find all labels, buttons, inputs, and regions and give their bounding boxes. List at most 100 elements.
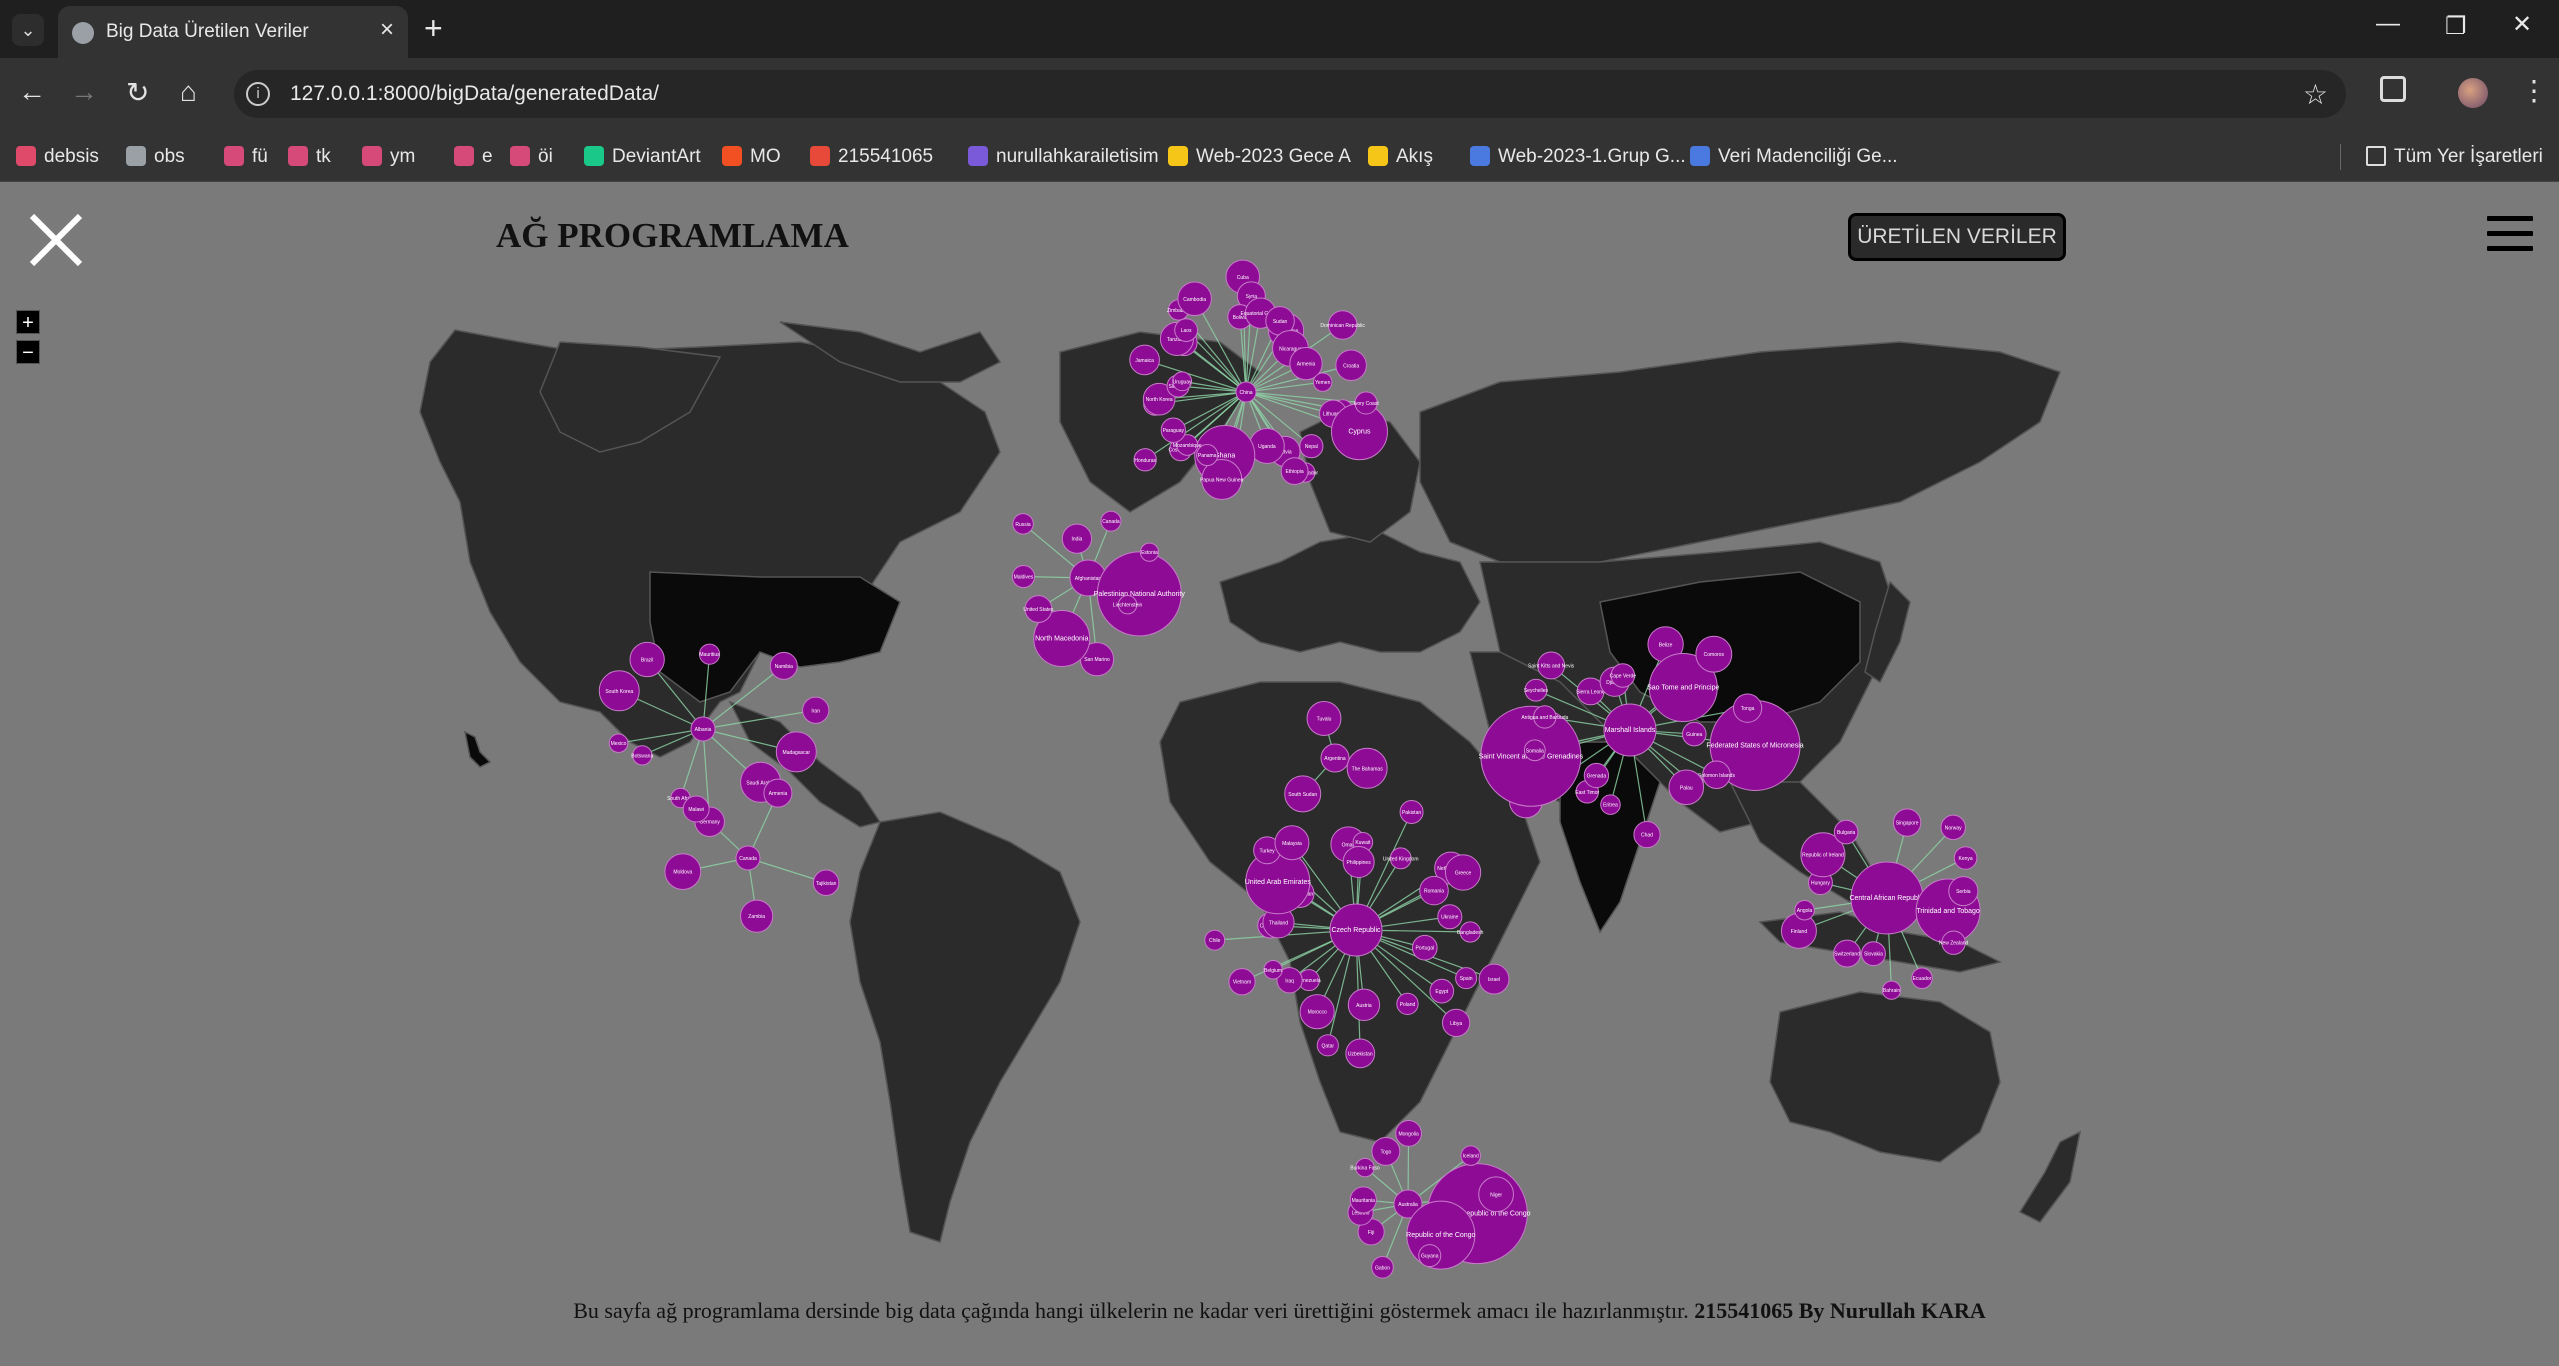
reload-button[interactable]: ↻: [126, 76, 149, 109]
country-node[interactable]: Mauritania: [1349, 1186, 1377, 1214]
browser-menu-icon[interactable]: ⋮: [2520, 74, 2548, 107]
country-hub-node[interactable]: Central African Republic: [1849, 861, 1925, 935]
bookmark-item[interactable]: Akış: [1368, 146, 1433, 168]
country-node[interactable]: Angola: [1794, 900, 1815, 921]
country-node[interactable]: Malawi: [682, 795, 710, 823]
country-node[interactable]: Nepal: [1299, 434, 1324, 459]
country-node[interactable]: Palau: [1668, 769, 1705, 806]
bookmark-item[interactable]: Web-2023 Gece A: [1168, 146, 1351, 168]
bookmark-item[interactable]: Web-2023-1.Grup G...: [1470, 146, 1686, 168]
window-close-icon[interactable]: ✕: [2512, 10, 2532, 39]
country-node[interactable]: Bahrain: [1881, 980, 1902, 1000]
map-country-south-america[interactable]: [849, 811, 1081, 1243]
map-country-australia[interactable]: [1769, 991, 2001, 1163]
bookmark-item[interactable]: nurullahkarailetisim: [968, 146, 1159, 168]
zoom-out-button[interactable]: −: [16, 340, 40, 364]
country-node[interactable]: Morocco: [1299, 994, 1335, 1030]
country-node[interactable]: Chile: [1204, 929, 1226, 951]
country-node[interactable]: Spain: [1455, 967, 1478, 990]
bookmark-star-icon[interactable]: ☆: [2303, 78, 2328, 111]
home-button[interactable]: ⌂: [180, 76, 197, 108]
country-node[interactable]: Estonia: [1139, 542, 1160, 562]
all-bookmarks-folder[interactable]: Tüm Yer İşaretleri: [2366, 146, 2543, 168]
country-node[interactable]: Switzerland: [1833, 939, 1862, 968]
country-node[interactable]: Togo: [1371, 1136, 1401, 1166]
country-node[interactable]: Maldives: [1011, 564, 1036, 589]
country-node[interactable]: Guinea: [1681, 721, 1707, 747]
country-node[interactable]: Namibia: [769, 651, 798, 680]
bookmark-item[interactable]: 215541065: [810, 146, 933, 168]
country-node[interactable]: Vietnam: [1228, 968, 1256, 996]
map-country-russia[interactable]: [1419, 341, 2061, 563]
country-node[interactable]: Norway: [1940, 814, 1966, 841]
country-node[interactable]: Guyana: [1418, 1244, 1442, 1268]
close-icon[interactable]: [26, 210, 86, 270]
bookmark-item[interactable]: e: [454, 146, 493, 168]
country-hub-node[interactable]: Marshall Islands: [1603, 703, 1657, 757]
bookmark-item[interactable]: debsis: [16, 146, 99, 168]
country-node[interactable]: Republic of the Congo: [1406, 1200, 1476, 1270]
country-hub-node[interactable]: Canada: [735, 845, 761, 871]
country-node[interactable]: Slovakia: [1861, 941, 1886, 967]
country-node[interactable]: Austria: [1347, 988, 1381, 1021]
country-node[interactable]: Poland: [1396, 992, 1419, 1016]
country-node[interactable]: Ecuador: [1911, 967, 1933, 990]
site-info-icon[interactable]: i: [246, 82, 270, 106]
country-node[interactable]: Mongolia: [1395, 1120, 1422, 1147]
extensions-icon[interactable]: [2380, 76, 2406, 102]
country-node[interactable]: Zambia: [740, 899, 774, 933]
country-node[interactable]: Singapore: [1892, 808, 1922, 837]
country-node[interactable]: Yemen: [1312, 372, 1333, 392]
generated-data-button[interactable]: ÜRETİLEN VERİLER: [1848, 213, 2066, 261]
bookmark-item[interactable]: tk: [288, 146, 331, 168]
country-node[interactable]: Comoros: [1695, 635, 1733, 673]
map-country-new-zealand[interactable]: [2018, 1130, 2082, 1223]
map-country-hawaii[interactable]: [463, 730, 492, 768]
country-node[interactable]: Moldova: [664, 853, 702, 891]
country-node[interactable]: Honduras: [1133, 448, 1157, 472]
country-node[interactable]: Bulgaria: [1833, 819, 1859, 845]
country-node[interactable]: Laos: [1174, 318, 1198, 342]
country-node[interactable]: Niger: [1478, 1176, 1514, 1213]
country-node[interactable]: Tajikistan: [812, 869, 840, 896]
tab-close-icon[interactable]: ×: [380, 16, 394, 44]
bookmark-item[interactable]: öi: [510, 146, 553, 168]
minimize-icon[interactable]: —: [2376, 10, 2400, 38]
country-node[interactable]: Serbia: [1948, 876, 1979, 907]
country-node[interactable]: Eritrea: [1600, 794, 1621, 815]
bookmark-item[interactable]: DeviantArt: [584, 146, 701, 168]
country-node[interactable]: Dominican Republic: [1320, 310, 1365, 340]
country-node[interactable]: Qatar: [1316, 1034, 1339, 1057]
country-node[interactable]: Portugal: [1411, 934, 1438, 961]
country-node[interactable]: Romania: [1419, 875, 1449, 906]
new-tab-button[interactable]: +: [424, 10, 443, 47]
country-node[interactable]: Tonga: [1732, 693, 1763, 723]
country-node[interactable]: Madagascar: [775, 731, 817, 773]
country-node[interactable]: Palestinian National Authority: [1094, 551, 1186, 637]
country-node[interactable]: Belgium: [1263, 960, 1283, 980]
country-node[interactable]: Gabon: [1371, 1255, 1394, 1279]
country-node[interactable]: Ukraine: [1437, 904, 1463, 930]
country-node[interactable]: Israel: [1478, 963, 1510, 995]
world-map[interactable]: ChinaSri LankaLithuaniaCyprusNepalEl Sal…: [0, 182, 2559, 1366]
country-node[interactable]: Pakistan: [1399, 799, 1424, 824]
country-node[interactable]: Brazil: [629, 641, 665, 678]
bookmark-item[interactable]: MO: [722, 146, 781, 168]
bookmark-item[interactable]: fü: [224, 146, 268, 168]
bookmark-item[interactable]: ym: [362, 146, 415, 168]
tab-search-button[interactable]: ⌄: [12, 14, 44, 46]
back-button[interactable]: ←: [18, 76, 46, 108]
country-node[interactable]: Jamaica: [1129, 344, 1160, 376]
country-hub-node[interactable]: Albania: [690, 716, 716, 742]
country-node[interactable]: Kenya: [1953, 846, 1978, 870]
country-node[interactable]: Somalia: [1523, 739, 1546, 762]
country-hub-node[interactable]: China: [1235, 381, 1257, 403]
country-node[interactable]: Chad: [1633, 821, 1661, 849]
country-node[interactable]: Paraguay: [1160, 417, 1186, 443]
country-node[interactable]: Greece: [1444, 854, 1482, 891]
forward-button[interactable]: →: [70, 76, 98, 108]
bookmark-item[interactable]: Veri Madenciliği Ge...: [1690, 146, 1898, 168]
country-node[interactable]: Croatia: [1335, 349, 1367, 382]
country-node[interactable]: Russia: [1012, 513, 1034, 535]
country-node[interactable]: Mexico: [608, 733, 629, 753]
